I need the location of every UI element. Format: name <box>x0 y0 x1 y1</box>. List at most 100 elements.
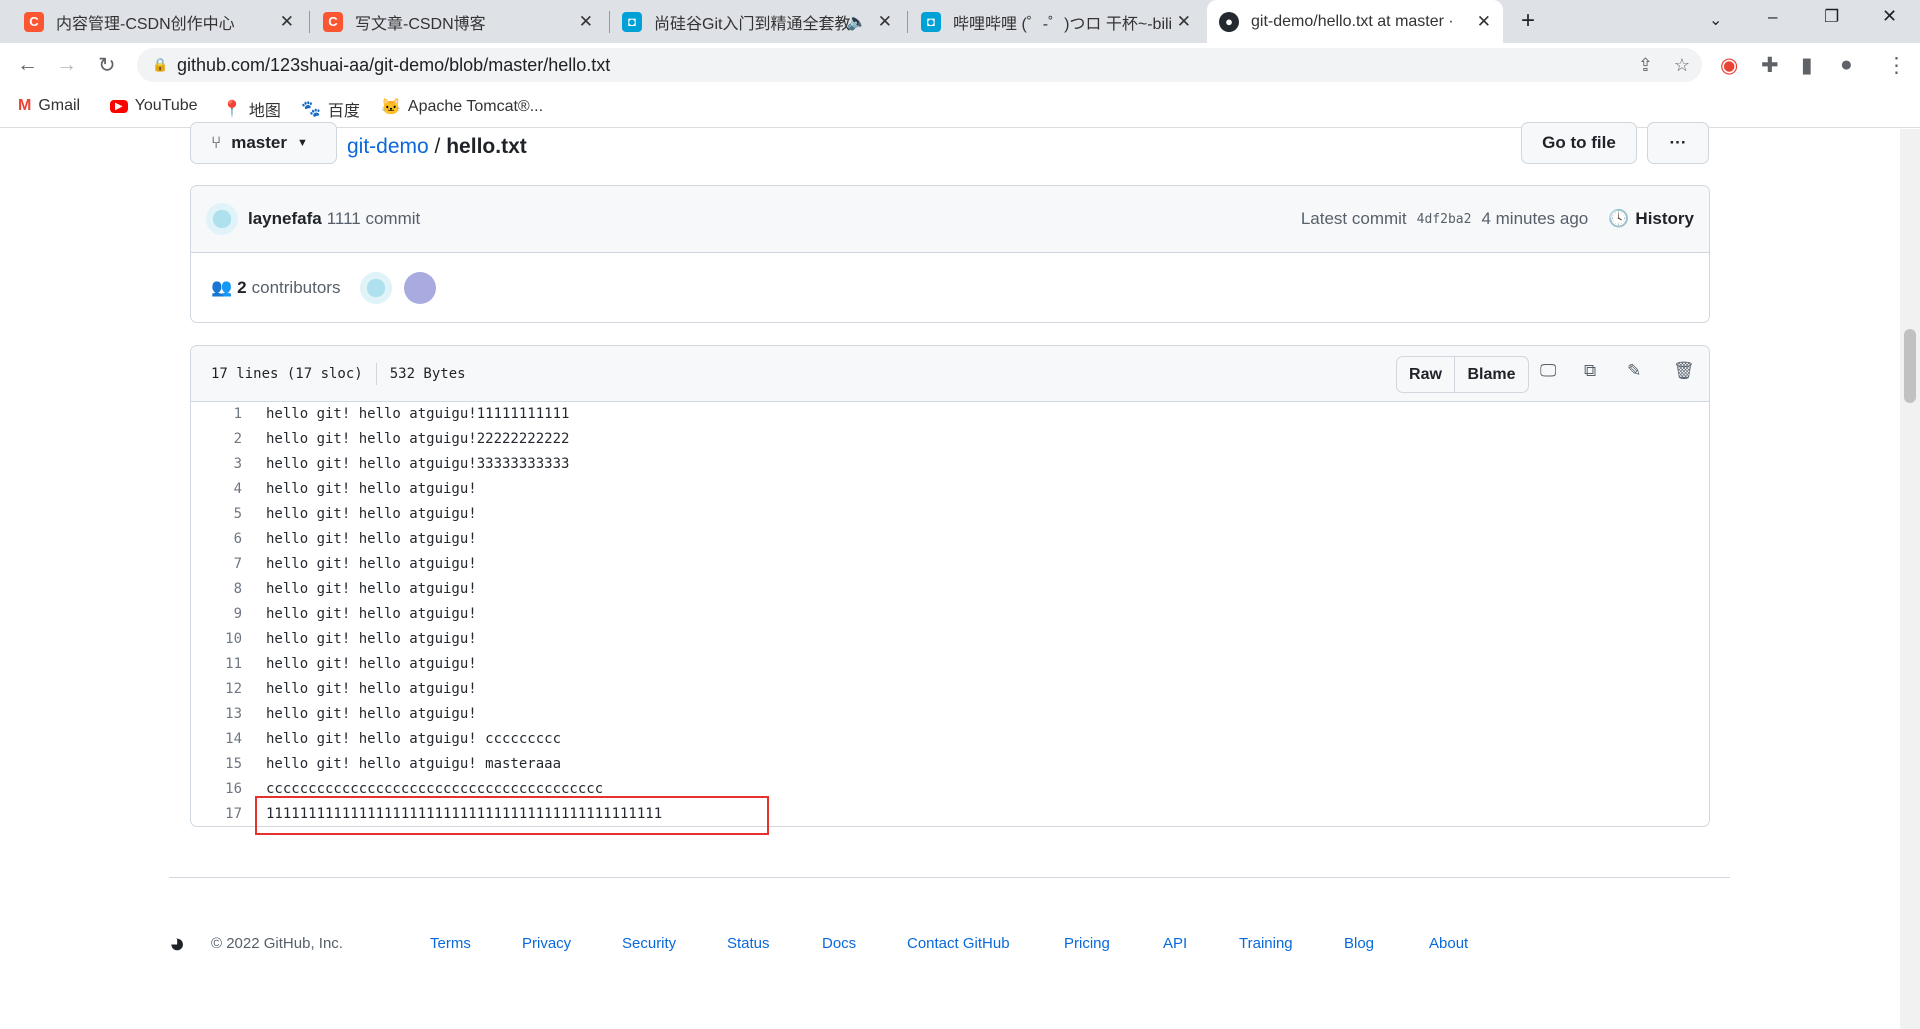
trash-icon[interactable]: 🗑 <box>1673 361 1695 381</box>
speaker-icon[interactable]: 🔈 <box>847 12 867 32</box>
github-logo-icon[interactable]: ◕ <box>169 928 185 958</box>
tab-title: 哔哩哔哩 (゜-゜)つロ 干杯~-bili <box>953 15 1173 33</box>
back-icon[interactable]: ← <box>17 53 38 77</box>
bookmark-tomcat[interactable]: 🐱 Apache Tomcat®... <box>381 97 543 117</box>
share-icon[interactable]: ⇪ <box>1638 55 1653 76</box>
bookmark-gmail[interactable]: M Gmail <box>18 97 80 115</box>
bookmark-youtube[interactable]: ▶ YouTube <box>110 97 198 115</box>
footer-link-security[interactable]: Security <box>622 935 676 952</box>
footer-link-terms[interactable]: Terms <box>430 935 471 952</box>
tab-csdn-write[interactable]: C 写文章-CSDN博客 ✕ <box>311 0 605 43</box>
line-number[interactable]: 14 <box>191 731 242 747</box>
separator: / <box>434 135 441 158</box>
code-view: 1 hello git! hello atguigu!11111111111 2 he… <box>191 401 1708 822</box>
repo-link[interactable]: git-demo <box>347 135 429 158</box>
line-number[interactable]: 1 <box>191 406 242 422</box>
tab-github[interactable]: ● git-demo/hello.txt at master · ✕ <box>1207 0 1503 43</box>
restore-button[interactable]: ❐ <box>1824 7 1839 27</box>
commit-sha[interactable]: 4df2ba2 <box>1417 212 1472 227</box>
menu-icon[interactable]: ⋮ <box>1886 53 1907 78</box>
csdn-icon: C <box>24 11 44 32</box>
author-link[interactable]: laynefafa <box>248 209 322 229</box>
footer-link-contact[interactable]: Contact GitHub <box>907 935 1010 952</box>
contributor-avatar[interactable] <box>404 271 437 304</box>
bookmark-baidu[interactable]: 🐾 百度 <box>301 97 360 121</box>
commit-message[interactable]: 1111 commit <box>327 209 421 229</box>
tab-bilibili-course[interactable]: ◘ 尚硅谷Git入门到精通全套教 🔈 ✕ <box>610 0 904 43</box>
scrollbar-thumb[interactable] <box>1904 329 1916 403</box>
highlight-box <box>255 796 769 835</box>
line-number[interactable]: 9 <box>191 606 242 622</box>
footer-link-docs[interactable]: Docs <box>822 935 856 952</box>
footer-link-privacy[interactable]: Privacy <box>522 935 571 952</box>
forward-icon[interactable]: → <box>56 53 77 77</box>
bookmark-maps[interactable]: 📍 地图 <box>222 97 281 121</box>
desktop-icon[interactable]: 🖵 <box>1540 361 1556 381</box>
page-scrollbar[interactable] <box>1900 129 1920 1029</box>
footer-link-pricing[interactable]: Pricing <box>1064 935 1110 952</box>
copyright: © 2022 GitHub, Inc. <box>211 935 343 952</box>
line-number[interactable]: 3 <box>191 456 242 472</box>
line-number[interactable]: 6 <box>191 531 242 547</box>
extensions-icon[interactable]: ✚ <box>1761 53 1779 78</box>
go-to-file-button[interactable]: Go to file <box>1521 122 1637 164</box>
footer-link-about[interactable]: About <box>1429 935 1468 952</box>
branch-icon: ⑂ <box>211 133 222 152</box>
more-options-button[interactable]: ··· <box>1647 122 1709 164</box>
line-number[interactable]: 2 <box>191 431 242 447</box>
close-tab-icon[interactable]: ✕ <box>878 12 892 32</box>
footer-link-status[interactable]: Status <box>727 935 770 952</box>
edit-pencil-icon[interactable]: ✎ <box>1627 361 1641 381</box>
close-window-button[interactable]: ✕ <box>1882 6 1897 27</box>
close-tab-icon[interactable]: ✕ <box>1177 12 1191 32</box>
side-panel-icon[interactable]: ▮ <box>1801 53 1813 78</box>
url-input[interactable]: 🔒 github.com/123shuai-aa/git-demo/blob/ma… <box>137 48 1702 82</box>
bookmark-label: 百度 <box>327 103 360 120</box>
github-page: ⑂ master ▼ git-demo / hello.txt Go to file… <box>0 122 1900 1029</box>
maps-icon: 📍 <box>222 101 242 118</box>
gmail-icon: M <box>18 97 32 114</box>
commit-time: 4 minutes ago <box>1481 209 1589 228</box>
contributors-label[interactable]: contributors <box>252 278 341 298</box>
line-number[interactable]: 12 <box>191 681 242 697</box>
history-link[interactable]: 🕓 History <box>1608 209 1694 229</box>
close-tab-icon[interactable]: ✕ <box>579 12 593 32</box>
tab-bilibili[interactable]: ◘ 哔哩哔哩 (゜-゜)つロ 干杯~-bili ✕ <box>909 0 1203 43</box>
contributor-avatar[interactable] <box>360 271 393 304</box>
close-tab-icon[interactable]: ✕ <box>280 12 294 32</box>
line-number[interactable]: 8 <box>191 581 242 597</box>
line-number[interactable]: 10 <box>191 631 242 647</box>
profile-icon[interactable]: ● <box>1840 53 1853 77</box>
reload-icon[interactable]: ↻ <box>98 53 116 78</box>
tab-csdn-content[interactable]: C 内容管理-CSDN创作中心 ✕ <box>12 0 306 43</box>
code-line: hello git! hello atguigu! <box>266 556 477 572</box>
line-number[interactable]: 16 <box>191 781 242 797</box>
footer-link-blog[interactable]: Blog <box>1344 935 1374 952</box>
line-number[interactable]: 5 <box>191 506 242 522</box>
close-tab-icon[interactable]: ✕ <box>1477 12 1491 32</box>
chrome-extension-icon[interactable]: ◉ <box>1720 53 1738 78</box>
raw-button[interactable]: Raw <box>1396 356 1455 393</box>
footer-link-api[interactable]: API <box>1163 935 1187 952</box>
blame-button[interactable]: Blame <box>1454 356 1529 393</box>
branch-selector[interactable]: ⑂ master ▼ <box>190 122 337 164</box>
code-line: hello git! hello atguigu! <box>266 656 477 672</box>
line-number[interactable]: 11 <box>191 656 242 672</box>
contributors-count[interactable]: 2 <box>237 278 246 298</box>
line-number[interactable]: 15 <box>191 756 242 772</box>
tab-search-icon[interactable]: ⌄ <box>1709 10 1722 30</box>
bookmark-label: Gmail <box>38 97 81 114</box>
tab-title: 内容管理-CSDN创作中心 <box>56 15 235 33</box>
line-number[interactable]: 17 <box>191 806 242 822</box>
new-tab-button[interactable]: + <box>1521 7 1535 35</box>
minimize-button[interactable]: – <box>1768 7 1777 27</box>
star-icon[interactable]: ☆ <box>1674 55 1690 76</box>
github-icon: ● <box>1219 11 1239 32</box>
copy-icon[interactable]: ⧉ <box>1584 361 1596 381</box>
footer-link-training[interactable]: Training <box>1239 935 1293 952</box>
code-line: hello git! hello atguigu! <box>266 481 477 497</box>
author-avatar[interactable] <box>206 203 238 235</box>
line-number[interactable]: 7 <box>191 556 242 572</box>
line-number[interactable]: 4 <box>191 481 242 497</box>
line-number[interactable]: 13 <box>191 706 242 722</box>
